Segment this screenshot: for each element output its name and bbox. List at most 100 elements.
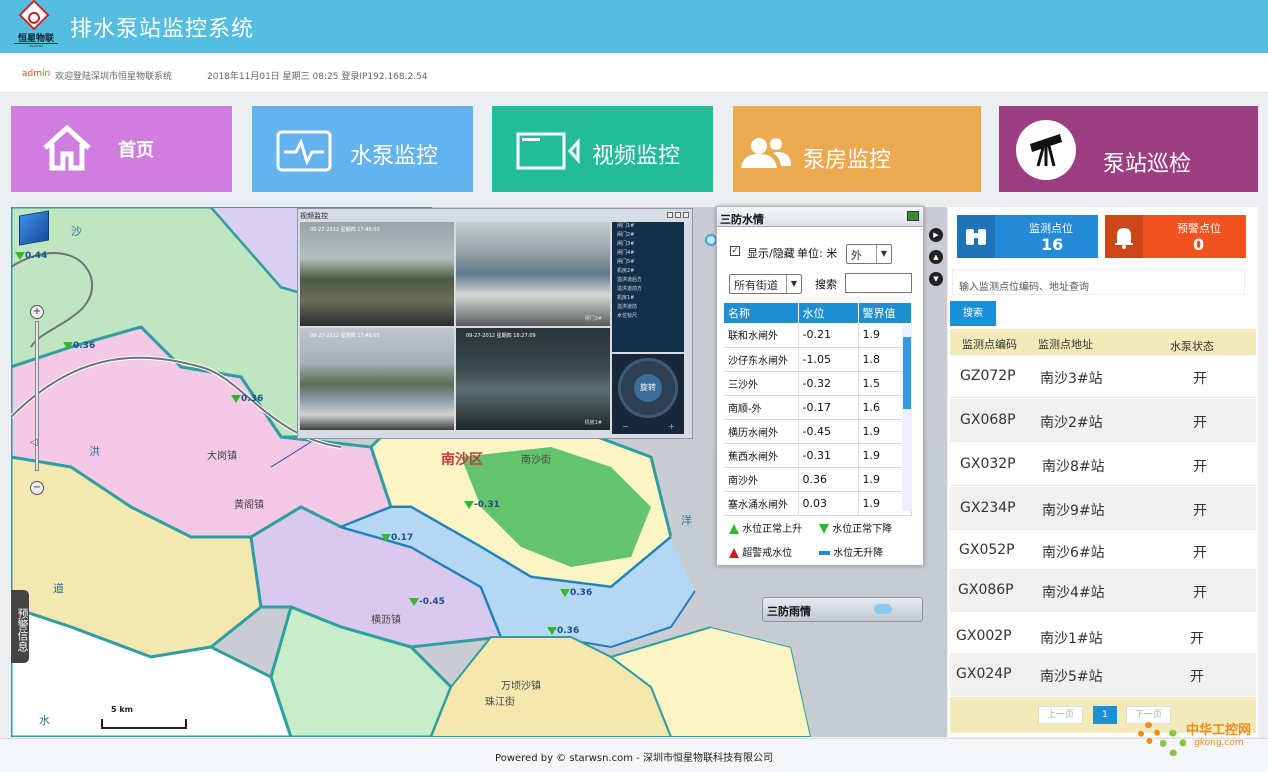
nav-tile-video-monitor[interactable]: 视频监控 — [492, 106, 713, 192]
legend-item: 水位正常下降 — [819, 520, 892, 535]
list-item[interactable]: GX002P 南沙1#站开 — [950, 615, 1256, 658]
list-item[interactable]: GX068P 南沙2#站开 — [950, 399, 1256, 442]
camera-list-item[interactable]: 溢洪道后方 — [612, 276, 684, 285]
scroll-right-button[interactable]: ▶ — [929, 228, 943, 242]
column-header[interactable]: 警界值 — [858, 303, 912, 323]
table-row[interactable]: 联和水闸外 -0.21 1.9 — [724, 323, 912, 348]
nav-label-pump-room: 泵房监控 — [803, 148, 892, 173]
video-window-title: 视频监控 — [300, 212, 328, 220]
expand-panel-icon[interactable] — [907, 211, 919, 221]
close-button[interactable] — [683, 212, 689, 218]
list-item[interactable]: GX086P 南沙4#站开 — [950, 569, 1256, 612]
column-header[interactable]: 名称 — [724, 303, 799, 323]
monitor-point-stat[interactable]: 监测点位 16 — [957, 215, 1098, 258]
map-scale-label: 5 km — [111, 705, 134, 714]
camera-feed[interactable]: 09-27-2012 星期四 18:27:09 机房1# — [456, 328, 610, 430]
camera-list-item[interactable]: 溢洪道前 — [612, 303, 684, 312]
camera-feed[interactable]: 09-27-2012 星期四 17:46:03 — [300, 222, 454, 326]
table-row[interactable]: 蕉西水闸外 -0.31 1.9 — [724, 443, 912, 468]
monitor-point-count: 16 — [1041, 235, 1064, 254]
water-marker[interactable]: 0.36 — [547, 626, 579, 636]
minimize-button[interactable] — [667, 212, 673, 218]
camera-list-item[interactable]: 闸门1# — [612, 222, 684, 231]
camera-list-item[interactable]: 机房1# — [612, 294, 684, 303]
map-label-huangge: 黄阁镇 — [234, 500, 264, 511]
water-marker[interactable]: 0.36 — [231, 394, 263, 404]
nav-tile-pump-room[interactable]: 泵房监控 — [733, 106, 981, 192]
monitor-point-label: 监测点位 — [1029, 222, 1073, 235]
ptz-zoom-in-button[interactable]: + — [668, 422, 675, 431]
camera-list-item[interactable]: 水位标尺 — [612, 312, 684, 321]
camera-list-item[interactable]: 机房2# — [612, 267, 684, 276]
zoom-track[interactable] — [35, 321, 39, 471]
water-marker[interactable]: 0.44 — [15, 251, 47, 261]
zoom-out-button[interactable]: − — [30, 481, 44, 495]
nav-tile-patrol[interactable]: 泵站巡检 — [999, 106, 1258, 192]
nav-label-home: 首页 — [118, 140, 154, 161]
warning-info-tab[interactable]: 预警信息 — [11, 590, 29, 663]
camera-list-item[interactable]: 闸门4# — [612, 249, 684, 258]
list-item[interactable]: GZ072P 南沙3#站开 — [950, 355, 1256, 398]
column-header[interactable]: 水位 — [798, 303, 859, 323]
side-select[interactable]: 外 ▼ — [846, 244, 892, 264]
maximize-button[interactable] — [675, 212, 681, 218]
list-item[interactable]: GX032P 南沙8#站开 — [950, 443, 1256, 486]
zoom-in-button[interactable]: + — [30, 305, 44, 319]
water-marker[interactable]: 0.36 — [560, 588, 592, 598]
column-header[interactable]: 监测点地址 — [1038, 336, 1093, 352]
username[interactable]: admin — [22, 69, 50, 79]
ptz-control[interactable]: 旋转 − + — [612, 354, 684, 434]
rain-panel-bar[interactable]: 三防雨情 — [762, 597, 923, 622]
table-row[interactable]: 南顺-外 -0.17 1.6 — [724, 395, 912, 420]
camera-feed[interactable]: 09-27-2012 星期四 17:46:03 — [300, 328, 454, 430]
table-row[interactable]: 沙仔东水闸外 -1.05 1.8 — [724, 347, 912, 372]
water-marker[interactable]: -0.31 — [464, 500, 500, 510]
video-monitor-window[interactable]: 视频监控 09-27-2012 星期四 17:46:03 闸门3# 09-27-… — [297, 208, 693, 439]
table-row[interactable]: 横历水闸外 -0.45 1.9 — [724, 419, 912, 444]
point-search-input[interactable]: 输入监测点位编码、地址查询 — [952, 269, 1245, 295]
nav-tile-pump-monitor[interactable]: 水泵监控 — [252, 106, 473, 192]
table-row[interactable]: 塞水涌水闸外 0.03 1.9 — [724, 491, 912, 517]
search-button[interactable]: 搜索 — [950, 301, 996, 326]
water-marker[interactable]: 0.17 — [381, 533, 413, 543]
list-item[interactable]: GX234P 南沙9#站开 — [950, 487, 1256, 530]
prev-page-button[interactable]: 上一页 — [1038, 706, 1083, 724]
map-label-sha: 沙 — [71, 225, 82, 238]
logo-mark-icon — [18, 0, 50, 31]
zoom-slider-handle[interactable]: ◁ — [30, 437, 38, 448]
water-marker[interactable]: -0.45 — [409, 597, 445, 607]
water-level-panel[interactable]: 三防水情 ✓ 显示/隐藏 单位: 米 外 ▼ 所有街道 ▼ 搜索 名称 水位 警界值… — [716, 206, 924, 566]
water-marker[interactable]: 0.36 — [63, 341, 95, 351]
camera-list-item[interactable]: 闸门5# — [612, 258, 684, 267]
camera-list-item[interactable]: 闸门2# — [612, 231, 684, 240]
table-row[interactable]: 南沙外 0.36 1.9 — [724, 467, 912, 492]
toggle-visibility-checkbox[interactable]: ✓ — [730, 246, 740, 256]
table-scrollbar[interactable] — [902, 325, 912, 511]
nav-tile-home[interactable]: 首页 — [11, 106, 232, 192]
current-page-button[interactable]: 1 — [1093, 706, 1117, 724]
street-select[interactable]: 所有街道 ▼ — [729, 274, 802, 294]
scroll-up-button[interactable]: ▲ — [929, 250, 943, 264]
map-logo-cube-icon[interactable] — [19, 210, 49, 246]
column-header[interactable]: 水泵状态 — [1170, 338, 1214, 354]
scrollbar-thumb[interactable] — [903, 337, 911, 409]
zoom-control[interactable]: + ◁ − — [30, 305, 44, 495]
scroll-down-button[interactable]: ▼ — [929, 272, 943, 286]
camera-list[interactable]: 闸门1# 闸门2# 闸门3# 闸门4# 闸门5# 机房2# 溢洪道后方 溢洪道前… — [612, 222, 684, 352]
table-row[interactable]: 三沙外 -0.32 1.5 — [724, 371, 912, 396]
welcome-text: 欢迎登陆深圳市恒星物联系统 — [55, 72, 173, 82]
watermark: 中华工控网 gkong.com — [1134, 716, 1266, 764]
water-search-input[interactable] — [845, 273, 912, 293]
camera-list-item[interactable]: 溢洪道前方 — [612, 285, 684, 294]
list-item[interactable]: GX052P 南沙6#站开 — [950, 529, 1256, 572]
camera-timestamp: 09-27-2012 星期四 17:46:03 — [310, 333, 380, 339]
camera-feed[interactable]: 闸门3# — [456, 222, 610, 326]
list-item[interactable]: GX024P 南沙5#站开 — [950, 653, 1256, 696]
alarm-point-count: 0 — [1193, 235, 1205, 254]
camera-list-item[interactable]: 闸门3# — [612, 240, 684, 249]
column-header[interactable]: 监测点编码 — [962, 336, 1017, 352]
watermark-url: gkong.com — [1194, 738, 1244, 748]
alarm-point-stat[interactable]: 预警点位 0 — [1105, 215, 1246, 258]
ptz-zoom-out-button[interactable]: − — [622, 422, 629, 431]
ptz-rotate-button[interactable]: 旋转 — [634, 374, 662, 402]
